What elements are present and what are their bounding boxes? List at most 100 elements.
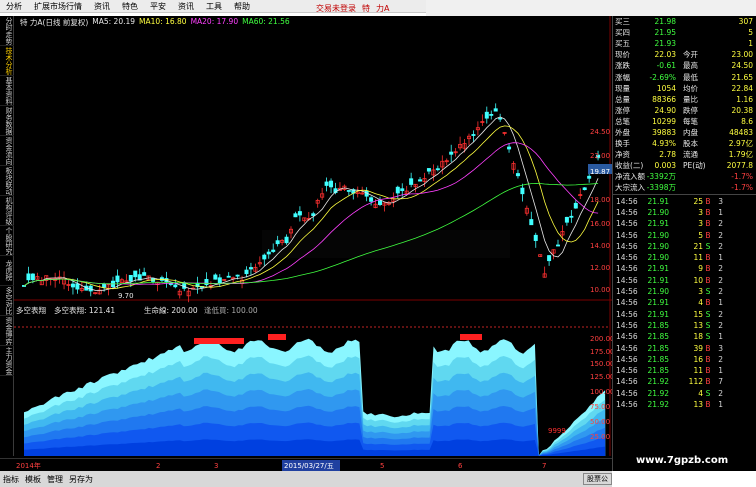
quote-cell: 20.38 — [731, 105, 753, 115]
corner-label[interactable]: 股票公 — [583, 473, 612, 485]
tick-row: 14:56 21.92 112 B 7 — [613, 376, 756, 387]
side-tab[interactable]: 多空对比 — [0, 286, 14, 316]
candle-body — [573, 202, 578, 209]
candle-body — [293, 213, 298, 218]
candle-body — [30, 273, 35, 281]
candle-body — [235, 274, 240, 277]
tick-cell: 2 — [718, 287, 723, 297]
side-tab[interactable]: 资金博弈 — [0, 316, 14, 346]
tick-cell: S — [705, 309, 711, 319]
tick-cell: 21.91 — [647, 219, 669, 229]
side-tab[interactable]: 主力资金 — [0, 346, 14, 376]
quote-cell: 买五 — [615, 39, 630, 49]
quote-cell: 21.95 — [654, 28, 676, 38]
tick-cell: 2 — [718, 241, 723, 251]
side-tab[interactable]: 板块联动 — [0, 166, 14, 196]
tick-cell: 1 — [718, 298, 723, 308]
bottom-toolbar: 指标 模板 管理 另存为 股票公 — [0, 471, 612, 487]
tick-cell: 11 — [693, 366, 703, 376]
indicator-value: 多空表翔: 121.41 — [54, 305, 115, 315]
candle-body — [564, 216, 569, 223]
candle-body — [142, 272, 147, 276]
date-tick: 6 — [458, 462, 463, 470]
date-tick: 5 — [380, 462, 384, 470]
side-tab[interactable]: 分时走势 — [0, 16, 14, 46]
bottom-tab[interactable]: 模板 — [22, 474, 44, 485]
candlestick-chart[interactable]: 多空表翔 多空表翔: 121.41 生命線: 200.00 逢低買: 100.0… — [14, 16, 612, 456]
tick-cell: 14:56 — [616, 230, 638, 240]
indicator-tick: 75.00 — [590, 403, 610, 411]
menu-item[interactable]: 分析 — [0, 1, 28, 12]
menu-item[interactable]: 扩展市场行情 — [28, 1, 88, 12]
date-tick: 7 — [542, 462, 546, 470]
candle-body — [582, 187, 587, 191]
tick-cell: 13 — [693, 320, 703, 330]
candle-body — [426, 168, 431, 172]
quote-cell: -3398万 — [646, 183, 676, 193]
ma-line — [23, 125, 599, 290]
tick-cell: 21.85 — [647, 343, 669, 353]
quote-cell: 内盘 — [683, 127, 698, 137]
quote-cell: PE(动) — [683, 161, 706, 171]
quote-cell: 24.50 — [731, 61, 753, 71]
quote-row: 净流入额 -3392万 -1.7% — [613, 171, 756, 182]
tick-cell: 39 — [693, 343, 703, 353]
tick-cell: B — [705, 298, 711, 308]
candle-body — [311, 213, 316, 216]
tick-cell: 21.85 — [647, 354, 669, 364]
candle-body — [70, 283, 75, 288]
tick-cell: 21.85 — [647, 332, 669, 342]
tick-cell: S — [705, 287, 711, 297]
quote-row: 现价 22.03 今开 23.00 — [613, 49, 756, 60]
quote-row: 收益(二) 0.003 PE(动) 2077.8 — [613, 160, 756, 171]
date-tick: 3 — [214, 462, 218, 470]
candle-body — [489, 114, 494, 116]
tick-cell: 21.90 — [647, 207, 669, 217]
quote-row: 涨跌 -0.61 最高 24.50 — [613, 60, 756, 71]
menu-item[interactable]: 帮助 — [228, 1, 256, 12]
menu-item[interactable]: 特色 — [116, 1, 144, 12]
status-text: 力A — [376, 3, 390, 13]
candle-body — [400, 188, 405, 192]
side-tab[interactable]: 机构评级 — [0, 196, 14, 226]
candle-body — [346, 190, 351, 192]
candle-body — [271, 249, 276, 252]
tick-cell: B — [705, 275, 711, 285]
candle-body — [26, 273, 31, 281]
quote-row: 净资 2.78 流通 1.79亿 — [613, 149, 756, 160]
quote-cell: 88366 — [652, 94, 676, 104]
quote-cell: 买三 — [615, 17, 630, 27]
indicator-tick: 175.00 — [590, 348, 612, 356]
quote-cell: 0.003 — [654, 161, 676, 171]
quote-cell: 23.00 — [731, 50, 753, 60]
quote-cell: 现价 — [615, 50, 630, 60]
menu-item[interactable]: 资讯 — [88, 1, 116, 12]
bottom-tab[interactable]: 另存为 — [66, 474, 96, 485]
side-tab[interactable]: 龙虎榜 — [0, 256, 14, 286]
menu-item[interactable]: 平安 — [144, 1, 172, 12]
menu-item[interactable]: 工具 — [200, 1, 228, 12]
tick-cell: B — [705, 264, 711, 274]
indicator-buy-line: 逢低買: 100.00 — [204, 305, 258, 315]
side-tab[interactable]: 基本资料 — [0, 76, 14, 106]
tick-cell: 21 — [693, 241, 703, 251]
quote-cell: 总笔 — [615, 116, 630, 126]
side-tab[interactable]: 技术分析 — [0, 46, 14, 76]
tick-cell: 4 — [698, 298, 703, 308]
indicator-life-line: 生命線: 200.00 — [144, 305, 198, 315]
candle-body — [75, 283, 80, 290]
quote-cell: -3392万 — [646, 172, 676, 182]
tick-cell: 2 — [718, 275, 723, 285]
tick-cell: 18 — [693, 332, 703, 342]
candle-body — [115, 275, 120, 283]
tick-cell: 5 — [698, 230, 703, 240]
menu-item[interactable]: 资讯 — [172, 1, 200, 12]
side-tab[interactable]: 个股研究 — [0, 226, 14, 256]
tick-cell: 14:56 — [616, 264, 638, 274]
bottom-tab[interactable]: 管理 — [44, 474, 66, 485]
bottom-tab[interactable]: 指标 — [0, 474, 22, 485]
side-tab[interactable]: 资金流向 — [0, 136, 14, 166]
tick-cell: 3 — [698, 287, 703, 297]
status-text: 交易未登录 — [316, 3, 356, 13]
side-tab[interactable]: 财务数据 — [0, 106, 14, 136]
